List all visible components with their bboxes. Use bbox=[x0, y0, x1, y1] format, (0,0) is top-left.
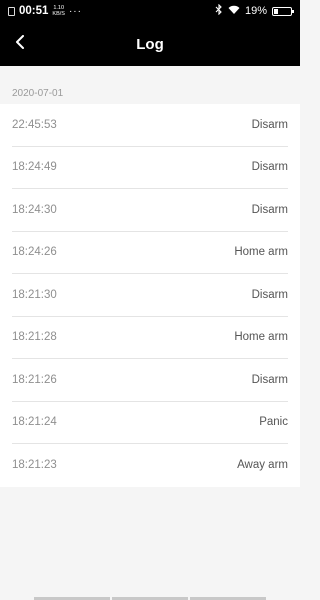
log-time: 18:24:49 bbox=[12, 161, 57, 174]
log-row: 18:21:24 Panic bbox=[12, 402, 288, 444]
network-speed-unit: KB/S bbox=[52, 11, 65, 17]
bluetooth-icon bbox=[215, 3, 223, 18]
log-time: 22:45:53 bbox=[12, 118, 57, 131]
back-button[interactable] bbox=[10, 34, 30, 54]
log-time: 18:21:28 bbox=[12, 331, 57, 344]
log-time: 18:21:30 bbox=[12, 288, 57, 301]
log-event: Home arm bbox=[234, 246, 288, 259]
log-time: 18:24:30 bbox=[12, 203, 57, 216]
log-row: 18:21:28 Home arm bbox=[12, 317, 288, 359]
log-row: 18:21:30 Disarm bbox=[12, 274, 288, 317]
more-notifications-icon: ··· bbox=[68, 5, 82, 17]
log-event: Disarm bbox=[251, 373, 288, 386]
log-row: 18:21:26 Disarm bbox=[12, 359, 288, 402]
log-row: 18:24:26 Home arm bbox=[12, 232, 288, 274]
log-event: Home arm bbox=[234, 331, 288, 344]
log-event: Away arm bbox=[237, 459, 288, 472]
page-title: Log bbox=[136, 35, 164, 53]
log-row: 18:24:30 Disarm bbox=[12, 189, 288, 232]
log-row: 18:21:23 Away arm bbox=[12, 444, 288, 487]
log-list: 22:45:53 Disarm 18:24:49 Disarm 18:24:30 Disa… bbox=[0, 104, 300, 487]
log-time: 18:21:23 bbox=[12, 459, 57, 472]
log-row: 22:45:53 Disarm bbox=[12, 104, 288, 147]
log-event: Disarm bbox=[251, 203, 288, 216]
log-time: 18:21:26 bbox=[12, 373, 57, 386]
battery-icon bbox=[272, 6, 294, 16]
log-event: Disarm bbox=[251, 161, 288, 174]
log-event: Disarm bbox=[251, 288, 288, 301]
network-speed: 1.10 KB/S bbox=[52, 5, 65, 17]
log-date-header: 2020-07-01 bbox=[12, 88, 64, 99]
log-time: 18:24:26 bbox=[12, 246, 57, 259]
log-row: 18:24:49 Disarm bbox=[12, 147, 288, 189]
top-app-bar: Log bbox=[0, 22, 300, 66]
log-event: Disarm bbox=[251, 118, 288, 131]
status-time: 00:51 bbox=[19, 5, 49, 17]
sim-card-icon bbox=[8, 6, 15, 16]
status-bar: 00:51 1.10 KB/S ··· 19% bbox=[0, 0, 300, 22]
log-event: Panic bbox=[259, 416, 288, 429]
wifi-icon bbox=[228, 5, 240, 18]
log-time: 18:21:24 bbox=[12, 416, 57, 429]
battery-percentage: 19% bbox=[244, 5, 267, 17]
chevron-left-icon bbox=[15, 34, 25, 54]
